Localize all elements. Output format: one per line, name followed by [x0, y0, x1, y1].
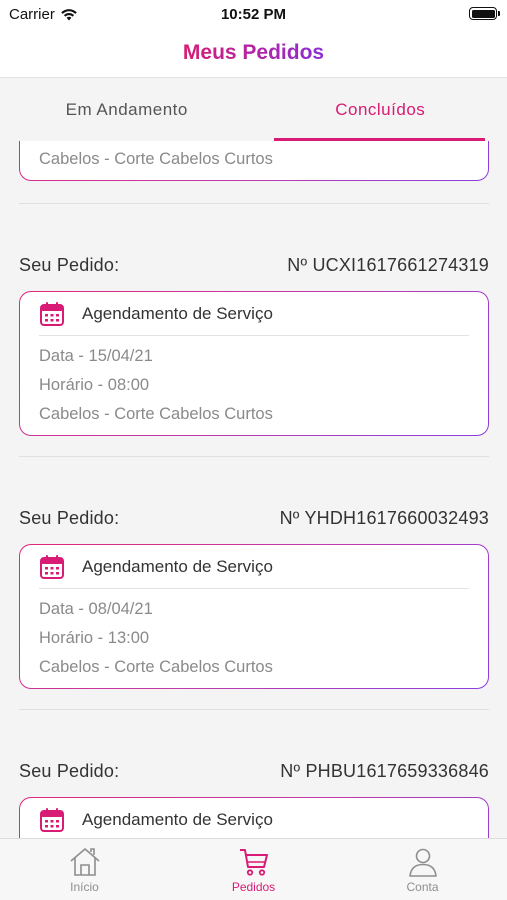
service-line: Cabelos - Corte Cabelos Curtos [39, 658, 273, 676]
order-number: Nº PHBU1617659336846 [280, 761, 489, 781]
segment-tabs: Em Andamento Concluídos [0, 79, 507, 141]
tabbar-label: Início [70, 880, 99, 894]
divider [19, 203, 489, 204]
page-title: Meus Pedidos [182, 40, 325, 64]
tabbar-label: Conta [406, 880, 439, 894]
order-card-partial[interactable]: Cabelos - Corte Cabelos Curtos [19, 141, 489, 181]
card-title: Agendamento de Serviço [82, 303, 273, 323]
card-title: Agendamento de Serviço [82, 556, 273, 576]
tab-em-andamento[interactable]: Em Andamento [0, 79, 254, 141]
order-label: Seu Pedido: [19, 761, 120, 781]
order-card[interactable]: Agendamento de Serviço Data - 15/04/21 H… [19, 291, 489, 436]
date-line: Data - 15/04/21 [39, 347, 153, 365]
card-header: Agendamento de Serviço [39, 545, 469, 589]
order-item: Seu Pedido: Nº PHBU1617659336846 Agendam… [19, 759, 489, 838]
time-line: Horário - 13:00 [39, 629, 150, 647]
order-header: Seu Pedido: Nº UCXI1617661274319 [19, 253, 489, 277]
card-title: Agendamento de Serviço [82, 809, 273, 829]
home-icon [69, 848, 100, 876]
card-header: Agendamento de Serviço [39, 292, 469, 336]
order-number: Nº YHDH1617660032493 [279, 508, 489, 528]
calendar-icon [39, 554, 65, 580]
orders-list[interactable]: Cabelos - Corte Cabelos Curtos Seu Pedid… [0, 141, 507, 838]
user-icon [408, 848, 437, 877]
calendar-icon [39, 301, 65, 327]
order-label: Seu Pedido: [19, 508, 120, 528]
time-line: Horário - 08:00 [39, 376, 150, 394]
battery-icon [469, 7, 500, 20]
cart-icon [239, 849, 268, 876]
order-header: Seu Pedido: Nº PHBU1617659336846 [19, 759, 489, 783]
divider [19, 709, 489, 710]
order-number: Nº UCXI1617661274319 [287, 255, 489, 275]
divider [19, 456, 489, 457]
battery-fill [471, 9, 495, 18]
order-card[interactable]: Agendamento de Serviço [19, 797, 489, 838]
bottom-tab-bar: Início Pedidos Conta [0, 838, 507, 900]
card-header: Agendamento de Serviço [39, 798, 469, 838]
tabbar-label: Pedidos [231, 880, 276, 894]
nav-header: Meus Pedidos [0, 28, 507, 78]
status-bar: Carrier 10:52 PM [0, 0, 507, 28]
order-card[interactable]: Agendamento de Serviço Data - 08/04/21 H… [19, 544, 489, 689]
service-line: Cabelos - Corte Cabelos Curtos [39, 405, 273, 423]
tabbar-item-conta[interactable]: Conta [338, 839, 507, 900]
order-label: Seu Pedido: [19, 255, 120, 275]
tabbar-item-inicio[interactable]: Início [0, 839, 169, 900]
date-line: Data - 08/04/21 [39, 600, 153, 618]
calendar-icon [39, 807, 65, 833]
order-item: Seu Pedido: Nº UCXI1617661274319 Agendam… [19, 253, 489, 436]
order-item: Seu Pedido: Nº YHDH1617660032493 Agendam… [19, 506, 489, 689]
status-time: 10:52 PM [220, 6, 287, 23]
tabbar-item-pedidos[interactable]: Pedidos [169, 839, 338, 900]
tab-concluidos[interactable]: Concluídos [254, 79, 507, 141]
order-header: Seu Pedido: Nº YHDH1617660032493 [19, 506, 489, 530]
service-line: Cabelos - Corte Cabelos Curtos [39, 150, 273, 168]
